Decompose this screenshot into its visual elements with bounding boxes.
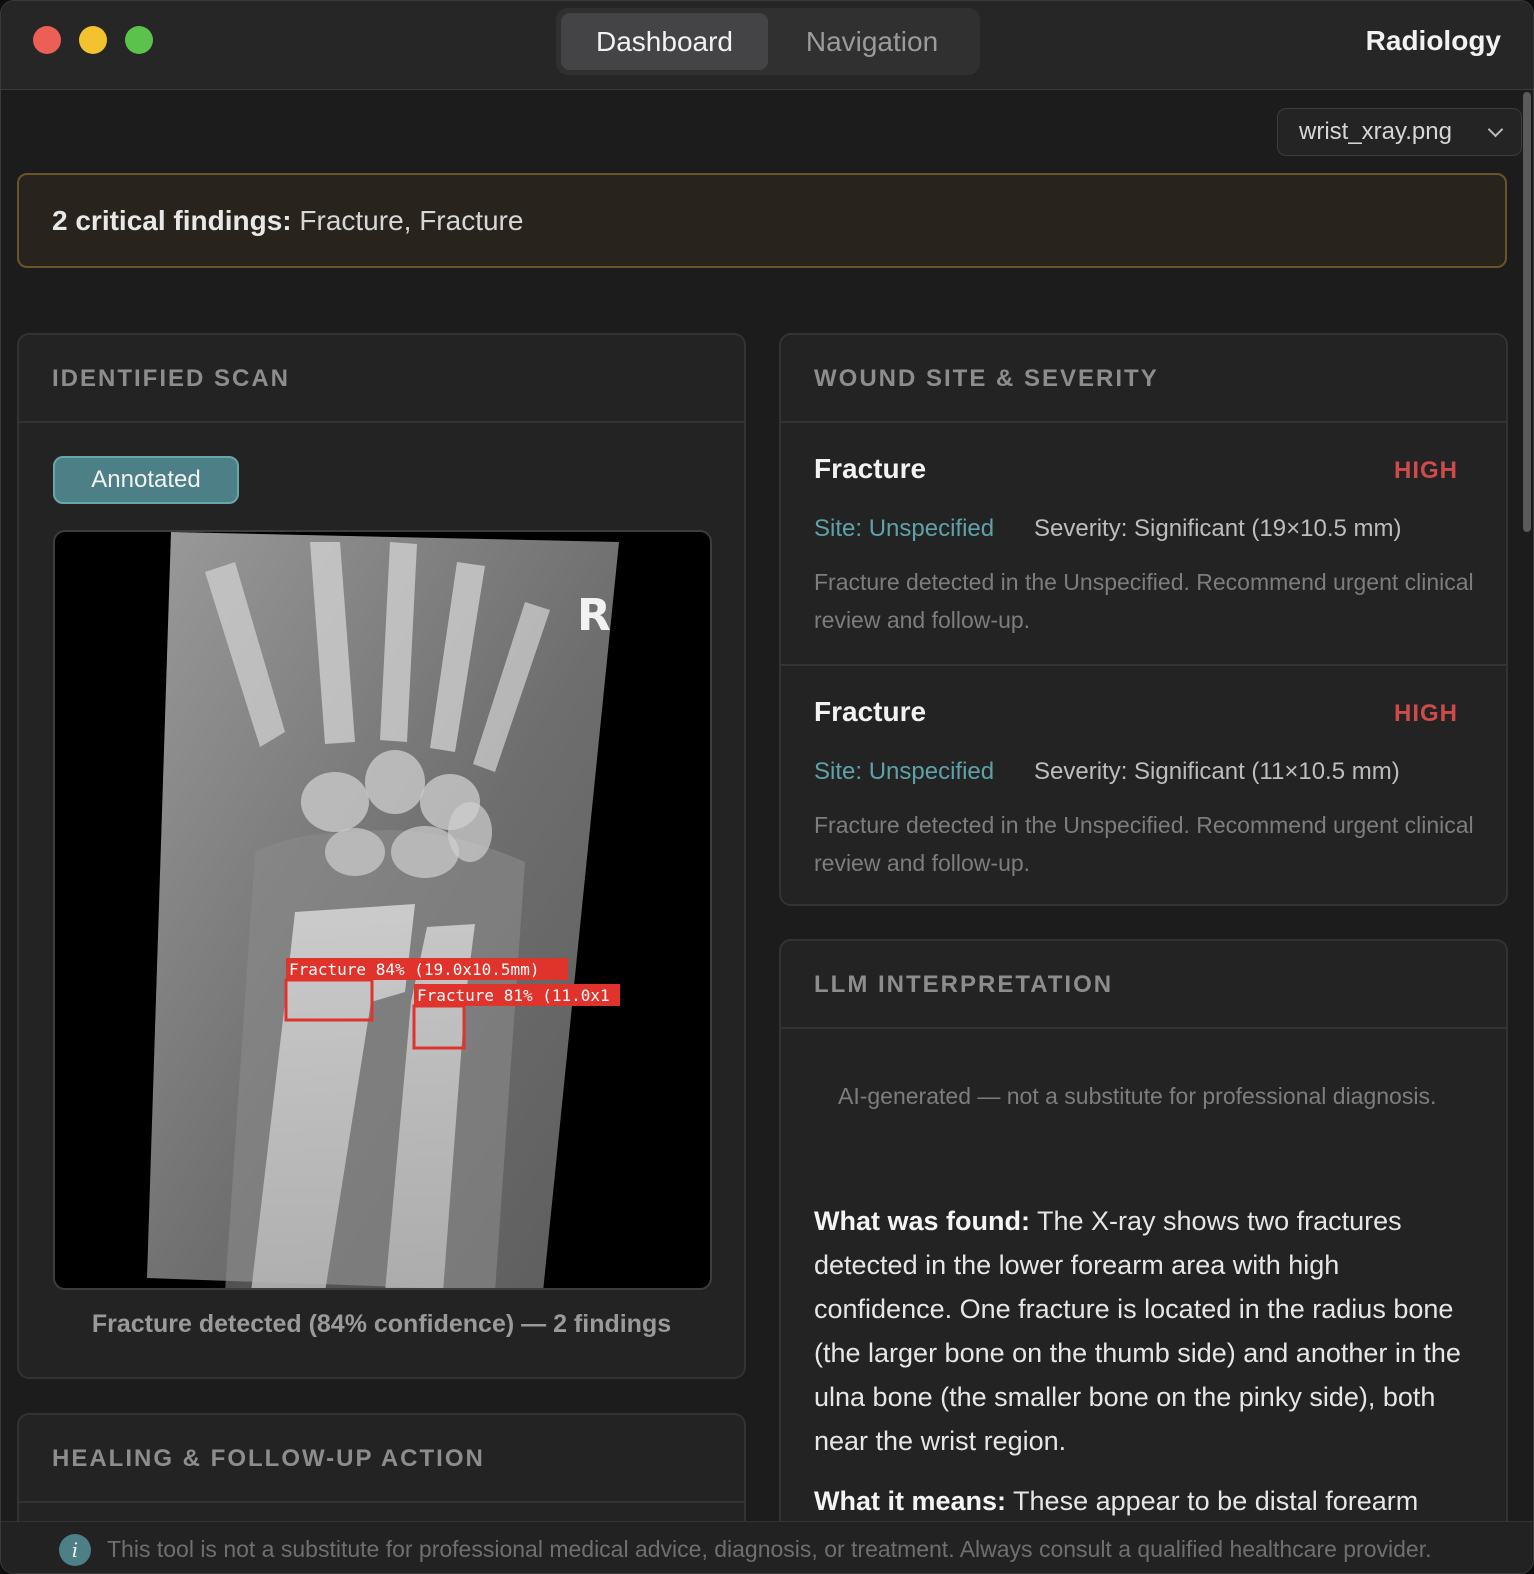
footer-disclaimer-text: This tool is not a substitute for profes…	[107, 1536, 1432, 1562]
wound-card-title: WOUND SITE & SEVERITY	[781, 335, 1506, 423]
llm-what-found: What was found: The X-ray shows two frac…	[814, 1199, 1474, 1463]
app-title: Radiology	[1365, 25, 1501, 56]
zoom-window-button[interactable]	[125, 26, 153, 54]
annotation-label-1: Fracture 84% (19.0x10.5mm)	[289, 960, 539, 979]
title-bar: Dashboard Navigation Radiology	[1, 1, 1533, 90]
scrollbar-thumb[interactable]	[1523, 92, 1531, 532]
scan-caption: Fracture detected (84% confidence) — 2 f…	[91, 1310, 672, 1338]
finding-title: Fracture	[814, 453, 927, 484]
carpal-bone	[301, 772, 369, 832]
app-window: Dashboard Navigation Radiology wrist_xra…	[0, 0, 1534, 1574]
finding-severity-level: HIGH	[1394, 700, 1458, 727]
finding-severity-level: HIGH	[1394, 457, 1458, 484]
annotation-label-2: Fracture 81% (11.0x1	[417, 986, 610, 1005]
view-switcher: Dashboard Navigation	[556, 8, 980, 75]
finding-severity: Severity: Significant (11×10.5 mm)	[1034, 758, 1400, 785]
llm-interpretation-card: LLM INTERPRETATION AI-generated — not a …	[779, 939, 1508, 1573]
xray-image: R Fracture 84% (19.0x10.5mm) Fracture 81…	[53, 530, 712, 1290]
llm-what-means-text: These appear to be distal forearm	[1006, 1486, 1419, 1516]
identified-scan-card: IDENTIFIED SCAN Annotated R Fracture 84%…	[17, 333, 746, 1379]
llm-card-title: LLM INTERPRETATION	[781, 941, 1506, 1029]
finding-item: Fracture HIGH Site: Unspecified Severity…	[781, 664, 1506, 904]
wound-severity-card: WOUND SITE & SEVERITY Fracture HIGH Site…	[779, 333, 1508, 906]
scan-card-title: IDENTIFIED SCAN	[19, 335, 744, 423]
llm-what-means-label: What it means:	[814, 1486, 1007, 1516]
xray-svg: R Fracture 84% (19.0x10.5mm) Fracture 81…	[147, 532, 620, 1288]
carpal-bone	[325, 828, 385, 876]
finding-site: Site: Unspecified	[814, 515, 995, 542]
finding-severity: Severity: Significant (19×10.5 mm)	[1034, 515, 1402, 542]
file-select-value: wrist_xray.png	[1299, 118, 1452, 145]
healing-card-title: HEALING & FOLLOW-UP ACTION	[19, 1415, 744, 1503]
critical-count: 2 critical findings:	[52, 205, 292, 236]
carpal-bone	[448, 802, 492, 862]
llm-what-found-text: The X-ray shows two fractures detected i…	[814, 1206, 1461, 1456]
llm-what-means: What it means: These appear to be distal…	[814, 1479, 1474, 1523]
finding-item: Fracture HIGH Site: Unspecified Severity…	[781, 423, 1506, 664]
finding-title: Fracture	[814, 696, 927, 727]
info-icon: i	[59, 1534, 91, 1566]
disclaimer-footer: i This tool is not a substitute for prof…	[1, 1521, 1533, 1573]
close-window-button[interactable]	[33, 26, 61, 54]
finding-description: Fracture detected in the Unspecified. Re…	[814, 569, 1474, 633]
minimize-window-button[interactable]	[79, 26, 107, 54]
tab-dashboard[interactable]: Dashboard	[561, 13, 768, 70]
finding-description: Fracture detected in the Unspecified. Re…	[814, 812, 1474, 876]
llm-what-found-label: What was found:	[814, 1206, 1030, 1236]
critical-items: Fracture, Fracture	[299, 205, 524, 236]
carpal-bone	[365, 750, 425, 814]
ai-disclaimer-note: AI-generated — not a substitute for prof…	[838, 1083, 1437, 1109]
side-marker: R	[577, 590, 611, 641]
annotated-toggle[interactable]: Annotated	[53, 456, 239, 504]
file-select-dropdown[interactable]: wrist_xray.png	[1277, 108, 1522, 156]
tab-navigation[interactable]: Navigation	[772, 13, 972, 70]
critical-findings-alert: 2 critical findings: Fracture, Fracture	[17, 173, 1507, 268]
vertical-scrollbar[interactable]	[1521, 90, 1533, 1520]
chevron-down-icon	[1487, 121, 1504, 138]
finding-site: Site: Unspecified	[814, 758, 995, 785]
